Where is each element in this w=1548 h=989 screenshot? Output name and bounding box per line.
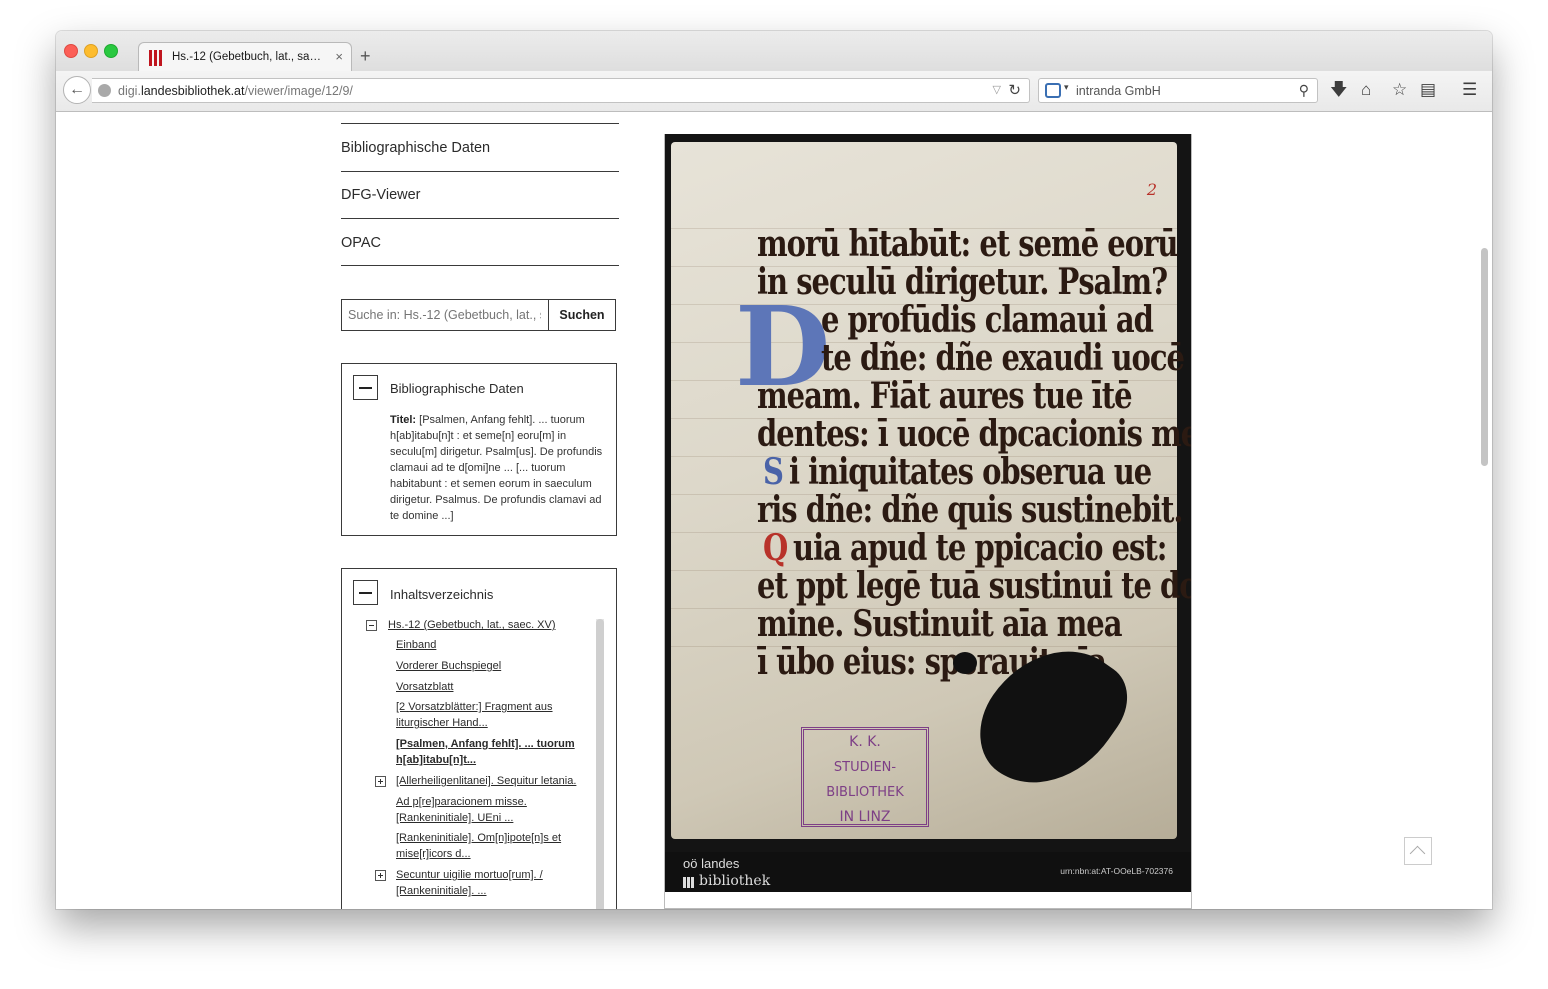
scroll-to-top-button[interactable]: [1404, 837, 1432, 865]
collapse-toggle-icon[interactable]: [353, 375, 378, 400]
manuscript-line: dentes: ī uocē dpcacionis mee.: [757, 412, 1191, 455]
manuscript-line: mine. Sustinuit aīa mea: [757, 602, 1122, 645]
navigation-toolbar: ← digi.landesbibliothek.at/viewer/image/…: [56, 71, 1492, 112]
search-engine-label: intranda GmbH: [1076, 84, 1161, 98]
url-host: landesbibliothek.at: [140, 84, 245, 98]
red-initial-q: Q: [763, 526, 788, 569]
biblio-title-text: Titel: [Psalmen, Anfang fehlt]. ... tuor…: [390, 412, 606, 524]
manuscript-line: meam. Fiāt aures tue ītē: [757, 374, 1133, 417]
url-host-prefix: digi.: [118, 84, 141, 98]
toc-expand-icon[interactable]: [375, 776, 386, 787]
toc-item[interactable]: Vorderer Buchspiegel: [396, 658, 586, 674]
manuscript-line: ris dñe: dñe quis sustinebit.: [757, 488, 1184, 531]
toc-expand-icon[interactable]: [375, 870, 386, 881]
toc-item[interactable]: Hs.-12 (Gebetbuch, lat., saec. XV): [388, 617, 588, 633]
manuscript-line: in seculū dirigetur. Psalm?: [757, 260, 1168, 303]
toc-item[interactable]: [Allerheiligenlitanei]. Sequitur letania…: [396, 773, 590, 789]
search-engine-icon[interactable]: [1045, 83, 1061, 98]
image-footer: oö landes bibliothek urn:nbn:at:AT-OOeLB…: [665, 852, 1191, 892]
window-close-button[interactable]: [64, 44, 78, 58]
stamp-line: IN LINZ: [839, 809, 891, 825]
toc-item[interactable]: Vorsatzblatt: [396, 679, 586, 695]
search-engine-dropdown-icon[interactable]: ▾: [1064, 82, 1069, 93]
url-history-dropdown-icon[interactable]: ▽: [993, 83, 1001, 96]
menu-icon[interactable]: ☰: [1462, 80, 1477, 100]
download-icon[interactable]: 🡇: [1330, 80, 1347, 100]
toc-collapse-icon[interactable]: [366, 620, 377, 631]
toc-item[interactable]: Secuntur uigilie mortuo[rum]. / [Rankeni…: [396, 867, 576, 899]
back-button[interactable]: ←: [63, 76, 91, 104]
search-button[interactable]: Suchen: [548, 300, 615, 330]
window-maximize-button[interactable]: [104, 44, 118, 58]
reading-list-icon[interactable]: ▤: [1420, 80, 1436, 100]
bookmark-star-icon[interactable]: ☆: [1392, 80, 1407, 100]
stamp-line: STUDIEN-BIBLIOTHEK: [826, 760, 904, 800]
toc-item[interactable]: [2 Vorsatzblätter:] Fragment aus liturgi…: [396, 699, 564, 731]
parchment-leaf: 2 D morū hītabūt: et semē eorū in seculū…: [671, 142, 1191, 839]
library-favicon-icon: [148, 50, 164, 66]
manuscript-page-image[interactable]: 2 D morū hītabūt: et semē eorū in seculū…: [665, 134, 1191, 892]
reload-icon[interactable]: ↻: [1008, 81, 1021, 99]
back-arrow-icon: ←: [69, 81, 85, 98]
folio-number: 2: [1146, 180, 1157, 199]
panel-title: Bibliographische Daten: [390, 381, 524, 396]
biblio-value: [Psalmen, Anfang fehlt]. ... tuorum h[ab…: [390, 414, 603, 522]
stamp-line: K. K.: [849, 734, 881, 750]
divider: [341, 171, 619, 172]
page-scrollbar-thumb[interactable]: [1481, 248, 1488, 466]
manuscript-line: te dñe: dñe exaudi uocē: [821, 336, 1185, 379]
library-logo-line1: oö landes: [683, 856, 740, 871]
library-stamp: K. K. STUDIEN-BIBLIOTHEK IN LINZ: [801, 727, 929, 827]
search-icon[interactable]: ⚲: [1299, 82, 1309, 99]
manuscript-line: uia apud te ppicacio est:: [793, 526, 1167, 569]
search-input[interactable]: [342, 300, 547, 330]
address-bar[interactable]: digi.landesbibliothek.at/viewer/image/12…: [92, 78, 1030, 103]
blue-initial-s: S: [763, 450, 784, 493]
new-tab-button[interactable]: +: [360, 47, 371, 65]
globe-icon: [98, 84, 111, 97]
biblio-label: Titel:: [390, 414, 417, 426]
sidebar-link-bibliographische-daten[interactable]: Bibliographische Daten: [341, 140, 490, 156]
sidebar-search: Suchen: [341, 299, 616, 331]
tab-title: Hs.-12 (Gebetbuch, lat., sae...: [172, 51, 324, 63]
url-path: /viewer/image/12/9/: [244, 84, 353, 98]
tab-strip: Hs.-12 (Gebetbuch, lat., sae... × +: [56, 31, 1492, 73]
toc-panel: Inhaltsverzeichnis Hs.-12 (Gebetbuch, la…: [341, 568, 617, 909]
search-bar[interactable]: ▾ intranda GmbH ⚲: [1038, 78, 1318, 103]
library-logo-line2: bibliothek: [699, 873, 771, 889]
toc-item[interactable]: Ad p[re]paracionem misse. [Rankeninitial…: [396, 794, 546, 826]
urn-identifier: urn:nbn:at:AT-OOeLB-702376: [1060, 866, 1173, 876]
page-content: Bibliographische Daten DFG-Viewer OPAC S…: [56, 112, 1492, 909]
parchment-hole: [953, 652, 977, 674]
collapse-toggle-icon[interactable]: [353, 580, 378, 605]
sidebar-link-dfg-viewer[interactable]: DFG-Viewer: [341, 187, 421, 203]
biblio-panel: Bibliographische Daten Titel: [Psalmen, …: [341, 363, 617, 536]
toc-list: Hs.-12 (Gebetbuch, lat., saec. XV) Einba…: [342, 615, 616, 909]
toc-item[interactable]: Einband: [396, 637, 586, 653]
toc-item-active[interactable]: [Psalmen, Anfang fehlt]. ... tuorum h[ab…: [396, 736, 584, 768]
browser-tab[interactable]: Hs.-12 (Gebetbuch, lat., sae... ×: [138, 42, 352, 73]
browser-window: Hs.-12 (Gebetbuch, lat., sae... × + ← di…: [56, 31, 1492, 909]
library-logo-icon: [683, 877, 695, 888]
manuscript-line: et ppt legē tuā sustinui te do: [757, 564, 1191, 607]
divider: [341, 265, 619, 266]
image-viewer[interactable]: 2 D morū hītabūt: et semē eorū in seculū…: [664, 134, 1192, 909]
divider: [341, 218, 619, 219]
manuscript-line: e profūdis clamaui ad: [821, 298, 1154, 341]
manuscript-line: morū hītabūt: et semē eorū: [757, 222, 1178, 265]
toc-item[interactable]: [Rankeninitiale]. Om[n]ipote[n]s et mise…: [396, 830, 576, 862]
tab-close-icon[interactable]: ×: [335, 49, 343, 64]
home-icon[interactable]: ⌂: [1361, 80, 1371, 100]
url-text: digi.landesbibliothek.at/viewer/image/12…: [118, 84, 353, 98]
divider: [341, 123, 619, 124]
manuscript-line: i iniquitates obserua ue: [789, 450, 1152, 493]
window-minimize-button[interactable]: [84, 44, 98, 58]
toc-scrollbar-thumb[interactable]: [596, 619, 604, 909]
panel-title: Inhaltsverzeichnis: [390, 587, 494, 602]
sidebar-link-opac[interactable]: OPAC: [341, 235, 381, 251]
